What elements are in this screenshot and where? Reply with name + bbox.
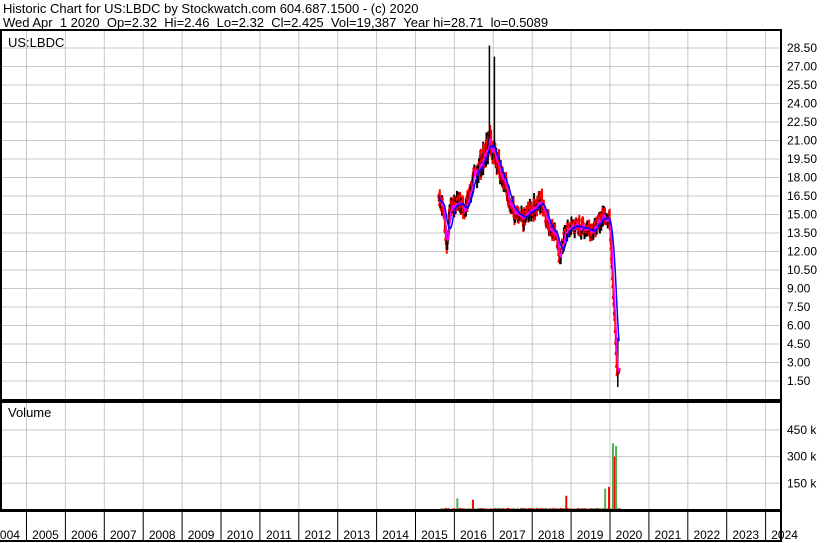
year-tick-label: 2004 [0,528,20,542]
volume-tick-label: 300 k [787,450,817,464]
year-tick-label: 2016 [460,528,487,542]
volume-panel-border [0,401,782,511]
price-tick-label: 21.00 [787,134,817,148]
price-tick-label: 10.50 [787,263,817,277]
year-tick-label: 2023 [732,528,759,542]
price-tick-label: 7.50 [787,300,811,314]
price-tick-label: 4.50 [787,337,811,351]
volume-spike-bar [608,486,611,510]
year-tick-label: 2011 [266,528,292,542]
year-tick-label: 2006 [71,528,98,542]
volume-spike-bar [471,499,474,510]
price-tick-label: 27.00 [787,60,817,74]
year-tick-label: 2013 [343,528,370,542]
price-tick-label: 16.50 [787,189,817,203]
price-tick-label: 6.00 [787,319,811,333]
price-tick-label: 22.50 [787,115,817,129]
price-tick-label: 3.00 [787,356,811,370]
year-tick-label: 2020 [616,528,643,542]
year-tick-label: 2017 [499,528,526,542]
price-tick-label: 24.00 [787,97,817,111]
price-tick-label: 12.00 [787,245,817,259]
short-moving-average-line [438,136,620,373]
volume-spike-bar [565,495,568,510]
year-tick-label: 2018 [538,528,565,542]
year-tick-label: 2019 [577,528,604,542]
volume-spike-bar [604,488,607,510]
price-tick-label: 25.50 [787,78,817,92]
year-tick-label: 2008 [149,528,176,542]
price-tick-label: 9.00 [787,282,811,296]
price-tick-label: 13.50 [787,226,817,240]
year-tick-label: 2022 [693,528,720,542]
volume-tick-label: 150 k [787,476,817,490]
volume-spike-bar [615,445,618,510]
volume-spike-bar [611,443,614,510]
price-tick-label: 1.50 [787,374,811,388]
volume-tick-label: 450 k [787,423,817,437]
year-tick-label: 2012 [304,528,331,542]
stock-chart: US:LBDC Volume 28.50 27.00 25.50 24.00 22.50… [0,29,817,542]
year-tick-label: 2024 [771,528,798,542]
year-tick-label: 2007 [110,528,137,542]
year-tick-label: 2015 [421,528,448,542]
price-tick-label: 18.00 [787,171,817,185]
year-tick-label: 2010 [227,528,254,542]
price-tick-label: 15.00 [787,208,817,222]
year-tick-label: 2014 [382,528,409,542]
volume-spike-bar [456,498,459,510]
volume-label: Volume [8,405,51,420]
long-moving-average-line [438,144,620,342]
year-tick-label: 2021 [655,528,682,542]
year-tick-label: 2009 [188,528,215,542]
year-tick-label: 2005 [32,528,59,542]
price-tick-label: 19.50 [787,152,817,166]
chart-symbol-label: US:LBDC [8,35,64,50]
price-tick-label: 28.50 [787,41,817,55]
